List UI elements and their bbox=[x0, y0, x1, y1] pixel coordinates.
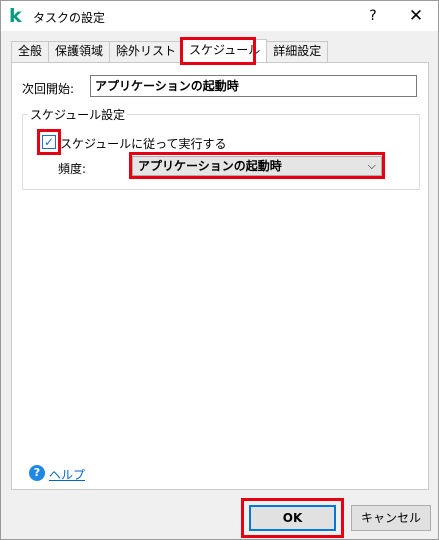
run-on-schedule-checkbox[interactable]: ✓ bbox=[42, 135, 56, 149]
tab-bar: 全般 保護領域 除外リスト スケジュール 詳細設定 bbox=[11, 39, 329, 62]
tab-general[interactable]: 全般 bbox=[11, 41, 50, 62]
kaspersky-icon: k bbox=[9, 5, 22, 27]
next-start-label: 次回開始: bbox=[22, 82, 75, 96]
tab-protection-scope[interactable]: 保護領域 bbox=[48, 41, 111, 62]
tab-advanced[interactable]: 詳細設定 bbox=[266, 41, 329, 62]
tab-schedule[interactable]: スケジュール bbox=[182, 39, 268, 62]
schedule-settings-title: スケジュール設定 bbox=[28, 106, 128, 123]
help-link[interactable]: ヘルプ bbox=[49, 466, 85, 483]
checkmark-icon: ✓ bbox=[43, 135, 55, 149]
task-settings-dialog: k タスクの設定 ? ✕ 全般 保護領域 除外リスト スケジュール 詳細設定 次… bbox=[0, 0, 439, 540]
ok-button[interactable]: OK bbox=[249, 505, 336, 531]
close-button[interactable]: ✕ bbox=[405, 5, 427, 27]
question-circle-icon[interactable]: ? bbox=[29, 465, 45, 481]
chevron-down-icon: ⌵ bbox=[367, 159, 376, 172]
run-on-schedule-label[interactable]: スケジュールに従って実行する bbox=[60, 135, 227, 152]
tab-exclusions[interactable]: 除外リスト bbox=[109, 41, 184, 62]
frequency-value: アプリケーションの起動時 bbox=[138, 159, 282, 173]
schedule-panel: 次回開始: アプリケーションの起動時 スケジュール設定 ✓ スケジュールに従って… bbox=[11, 62, 429, 490]
frequency-label: 頻度: bbox=[58, 162, 87, 176]
window-title: タスクの設定 bbox=[33, 11, 106, 25]
schedule-settings-group bbox=[22, 114, 420, 190]
next-start-field: アプリケーションの起動時 bbox=[90, 75, 417, 97]
cancel-button[interactable]: キャンセル bbox=[351, 505, 431, 531]
frequency-select[interactable]: アプリケーションの起動時 ⌵ bbox=[132, 156, 382, 176]
title-bar: k タスクの設定 ? ✕ bbox=[1, 1, 438, 31]
help-title-button[interactable]: ? bbox=[363, 6, 383, 26]
